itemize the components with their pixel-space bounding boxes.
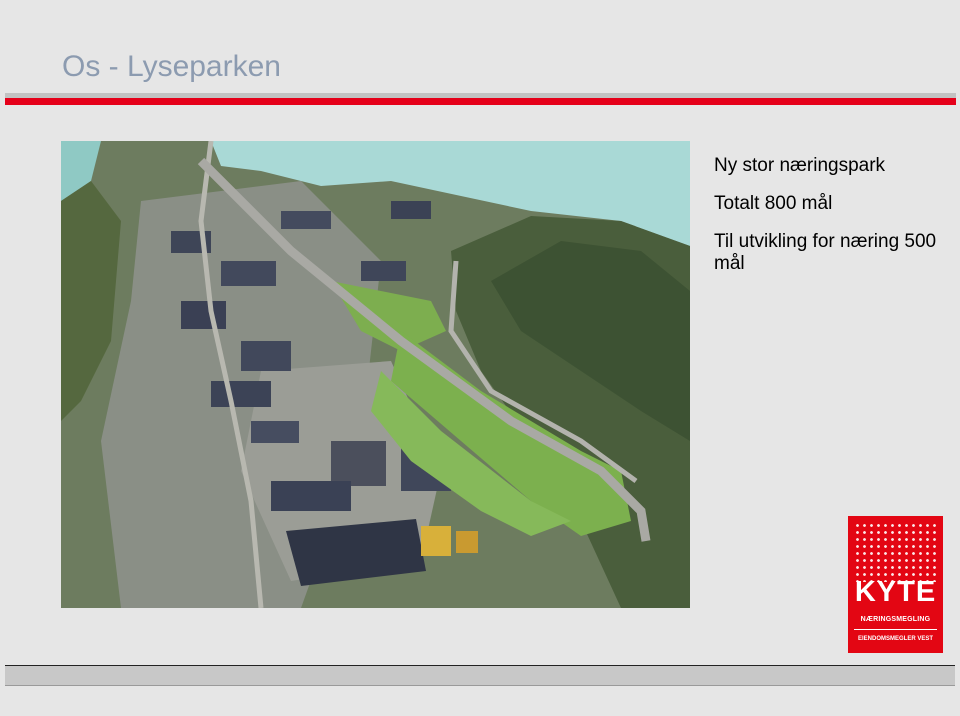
logo-subtitle: NÆRINGSMEGLING	[860, 616, 931, 623]
aerial-photo	[61, 141, 690, 608]
bullet-list: Ny stor næringspark Totalt 800 mål Til u…	[714, 155, 954, 291]
logo-divider	[854, 629, 937, 630]
slide-title: Os - Lyseparken	[62, 50, 281, 83]
logo-dot-pattern	[854, 522, 938, 582]
bullet-item: Til utvikling for næring 500 mål	[714, 231, 937, 274]
logo-tagline: EIENDOMSMEGLER VEST	[857, 636, 933, 642]
bullet-item: Ny stor næringspark	[714, 155, 886, 176]
header-divider-red	[5, 98, 956, 105]
kyte-logo: KYTE NÆRINGSMEGLING EIENDOMSMEGLER VEST	[848, 516, 943, 653]
logo-name: KYTE	[854, 576, 937, 608]
footer-bar	[5, 665, 955, 686]
bullet-item: Totalt 800 mål	[714, 193, 833, 214]
